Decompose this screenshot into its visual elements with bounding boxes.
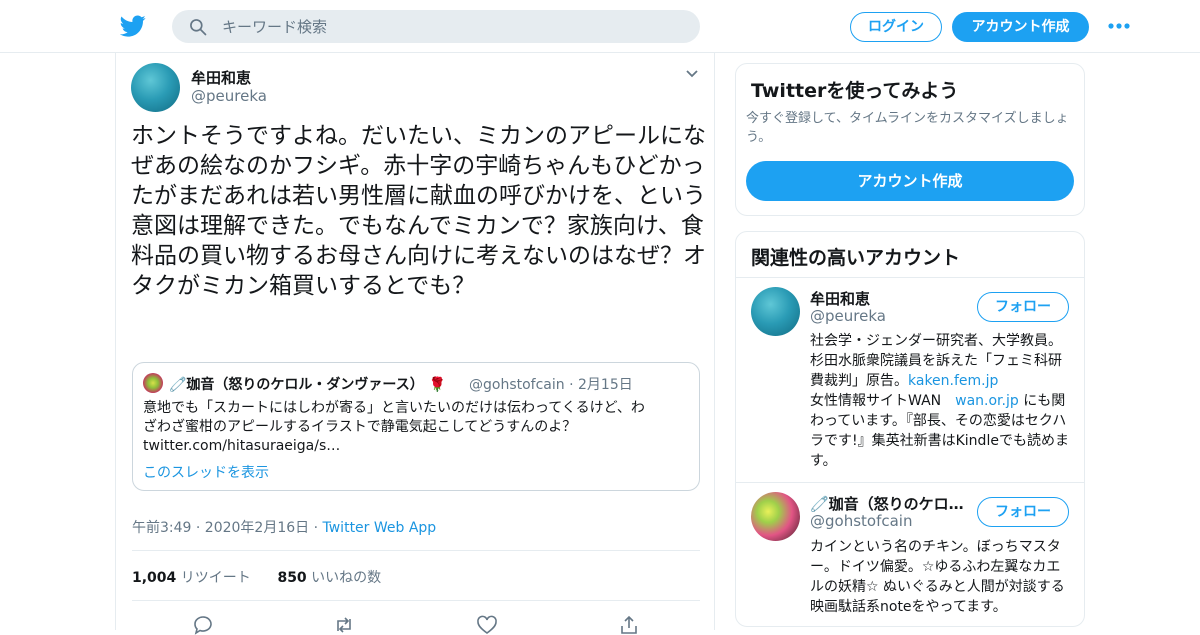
search-icon: [190, 19, 207, 36]
account-name[interactable]: 牟田和恵: [810, 288, 870, 309]
tweet-stats: 1,004 リツイート 850 いいねの数: [132, 567, 381, 587]
search-box[interactable]: [172, 10, 700, 43]
like-icon[interactable]: [476, 615, 498, 635]
related-accounts-title: 関連性の高いアカウント: [751, 247, 961, 269]
search-input[interactable]: [222, 10, 682, 43]
bio-link[interactable]: kaken.fem.jp: [908, 373, 998, 389]
divider: [736, 482, 1084, 483]
chevron-down-icon[interactable]: [685, 69, 699, 79]
account-avatar[interactable]: [751, 287, 800, 336]
quoted-text: 意地でも「スカートにはしわが寄る」と言いたいのだけは伝わってくるけど、わ ざわざ…: [143, 399, 691, 456]
show-thread-link[interactable]: このスレッドを表示: [143, 462, 269, 482]
divider: [736, 277, 1084, 278]
quoted-text-line: ざわざ蜜柑のアピールするイラストで静電気起こしてどうすんのよ？: [143, 419, 577, 435]
quoted-tweet[interactable]: 🧷珈音（怒りのケロル・ダンヴァース） 🌹 @gohstofcain · 2月15…: [132, 362, 700, 491]
follow-button[interactable]: フォロー: [977, 497, 1069, 527]
related-accounts-card: 関連性の高いアカウント 牟田和恵 @peureka フォロー 社会学・ジェンダー…: [735, 231, 1085, 627]
tweet-meta: 午前3:49 · 2020年2月16日 · Twitter Web App: [132, 517, 436, 537]
tweet-timestamp[interactable]: 午前3:49 · 2020年2月16日: [132, 520, 309, 536]
divider: [132, 550, 700, 551]
retweet-icon[interactable]: [333, 615, 355, 635]
follow-button[interactable]: フォロー: [977, 292, 1069, 322]
signup-button[interactable]: アカウント作成: [952, 12, 1089, 42]
retweet-stat[interactable]: 1,004 リツイート: [132, 570, 251, 586]
quoted-author-avatar: [143, 373, 163, 393]
like-stat[interactable]: 850 いいねの数: [277, 570, 381, 586]
quoted-author-handle: @gohstofcain: [469, 377, 565, 393]
like-label: いいねの数: [311, 570, 382, 586]
bio-text: 女性情報サイトWAN: [810, 393, 956, 409]
signup-card-button[interactable]: アカウント作成: [746, 161, 1074, 201]
quoted-text-line: 意地でも「スカートにはしわが寄る」と言いたいのだけは伝わってくるけど、わ: [143, 400, 645, 416]
like-count: 850: [277, 570, 307, 586]
source-app-link[interactable]: Twitter Web App: [323, 520, 437, 536]
author-handle[interactable]: @peureka: [191, 87, 267, 105]
quoted-author-name-text: 🧷珈音（怒りのケロル・ダンヴァース）: [169, 377, 424, 393]
quoted-text-link[interactable]: twitter.com/hitasuraeiga/s…: [143, 437, 691, 456]
account-handle[interactable]: @gohstofcain: [810, 512, 912, 530]
quoted-author-name: 🧷珈音（怒りのケロル・ダンヴァース） 🌹: [169, 374, 446, 394]
account-bio: 社会学・ジェンダー研究者、大学教員。杉田水脈衆院議員を訴えた「フェミ科研費裁判」…: [810, 331, 1070, 471]
top-navigation-bar: ログイン アカウント作成: [0, 0, 1200, 53]
bio-link[interactable]: wan.or.jp: [955, 393, 1019, 409]
tweet-actions: [116, 613, 716, 635]
tweet-column: 牟田和恵 @peureka ホントそうですよね。だいたい、ミカンのアピールになぜ…: [115, 53, 716, 635]
retweet-count: 1,004: [132, 570, 177, 586]
signup-card-description: 今すぐ登録して、タイムラインをカスタマイズしましょう。: [746, 111, 1069, 145]
quoted-date: 2月15日: [578, 377, 633, 393]
author-name[interactable]: 牟田和恵: [191, 67, 251, 88]
divider: [132, 600, 700, 601]
tweet-text: ホントそうですよね。だいたい、ミカンのアピールになぜあの絵なのかフシギ。赤十字の…: [131, 123, 706, 299]
rose-icon: 🌹: [428, 377, 447, 393]
quoted-meta-separator: ·: [569, 377, 574, 393]
author-avatar[interactable]: [131, 63, 180, 112]
account-avatar[interactable]: [751, 492, 800, 541]
signup-card: Twitterを使ってみよう 今すぐ登録して、タイムラインをカスタマイズしましょ…: [735, 63, 1085, 216]
retweet-label: リツイート: [180, 570, 251, 586]
meta-separator: ·: [313, 520, 319, 536]
share-icon[interactable]: [618, 615, 640, 635]
twitter-bird-icon[interactable]: [120, 13, 146, 39]
more-dots-icon[interactable]: [1106, 19, 1132, 33]
account-handle[interactable]: @peureka: [810, 307, 886, 325]
account-bio: カインという名のチキン。ぼっちマスター。ドイツ偏愛。☆ゆるふわ左翼なカエルの妖精…: [810, 539, 1065, 615]
account-name[interactable]: 🧷珈音（怒りのケロ…: [810, 493, 964, 514]
reply-icon[interactable]: [192, 615, 214, 635]
login-button[interactable]: ログイン: [850, 12, 942, 42]
signup-card-title: Twitterを使ってみよう: [751, 80, 959, 102]
quoted-author-meta: @gohstofcain · 2月15日: [469, 374, 633, 394]
